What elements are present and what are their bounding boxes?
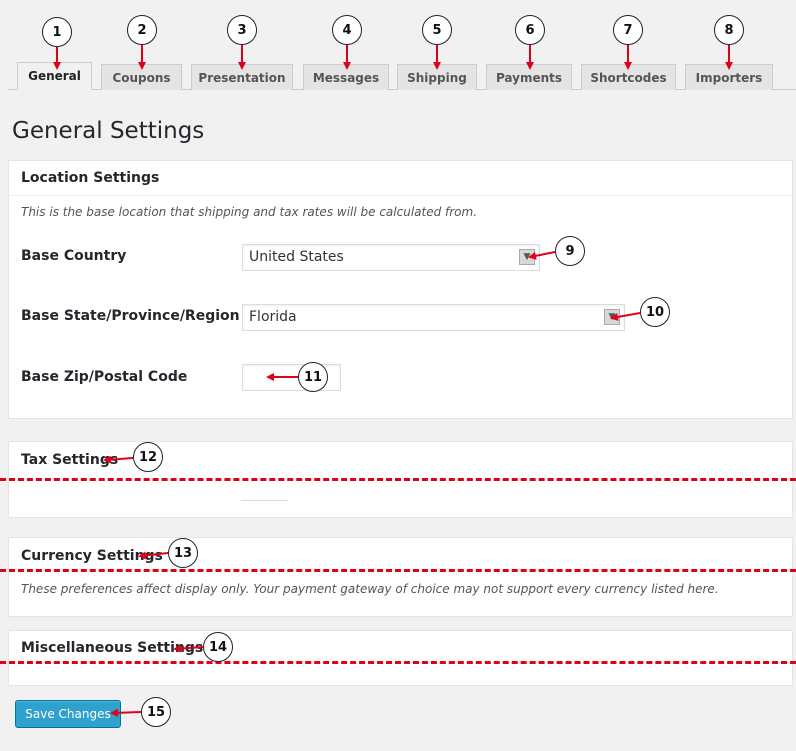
divider [241,500,288,501]
location-settings-panel: Location Settings This is the base locat… [8,160,793,419]
page-title: General Settings [12,118,205,144]
callout-badge: 2 [127,15,157,45]
tab-payments[interactable]: Payments [486,64,572,90]
save-changes-button[interactable]: Save Changes [15,700,121,728]
chevron-down-icon[interactable]: ▼ [604,309,620,325]
currency-settings-title: Currency Settings [21,548,163,564]
panel-divider [9,195,792,196]
tab-shortcodes[interactable]: Shortcodes [581,64,676,90]
callout-badge: 4 [332,15,362,45]
location-description: This is the base location that shipping … [21,205,478,219]
callout-badge: 6 [515,15,545,45]
annotation-dash-line [0,661,796,664]
callout-badge: 10 [640,297,670,327]
base-state-label: Base State/Province/Region [21,308,240,324]
base-country-select[interactable]: United States ▼ [242,244,540,271]
base-state-select[interactable]: Florida ▼ [242,304,625,331]
callout-badge: 14 [203,632,233,662]
tab-presentation[interactable]: Presentation [191,64,293,90]
callout-badge: 8 [714,15,744,45]
currency-settings-panel: Currency Settings These preferences affe… [8,537,793,617]
tab-importers[interactable]: Importers [685,64,773,90]
tab-general[interactable]: General [17,62,92,90]
zip-label: Base Zip/Postal Code [21,369,188,385]
misc-settings-title: Miscellaneous Settings [21,640,204,656]
callout-badge: 11 [298,362,328,392]
callout-badge: 3 [227,15,257,45]
callout-badge: 12 [133,442,163,472]
annotation-dash-line [0,569,796,572]
callout-badge: 15 [141,697,171,727]
tax-settings-title: Tax Settings [21,452,119,468]
tab-messages[interactable]: Messages [303,64,389,90]
callout-badge: 9 [555,236,585,266]
tab-shipping[interactable]: Shipping [397,64,477,90]
base-state-value: Florida [249,309,297,325]
callout-badge: 1 [42,17,72,47]
base-country-label: Base Country [21,248,127,264]
location-settings-title: Location Settings [21,170,160,186]
callout-badge: 7 [613,15,643,45]
tab-coupons[interactable]: Coupons [101,64,182,90]
misc-settings-panel: Miscellaneous Settings [8,630,793,686]
callout-badge: 5 [422,15,452,45]
currency-description: These preferences affect display only. Y… [21,582,719,596]
base-country-value: United States [249,249,344,265]
chevron-down-icon[interactable]: ▼ [519,249,535,265]
annotation-dash-line [0,478,796,481]
callout-badge: 13 [168,538,198,568]
